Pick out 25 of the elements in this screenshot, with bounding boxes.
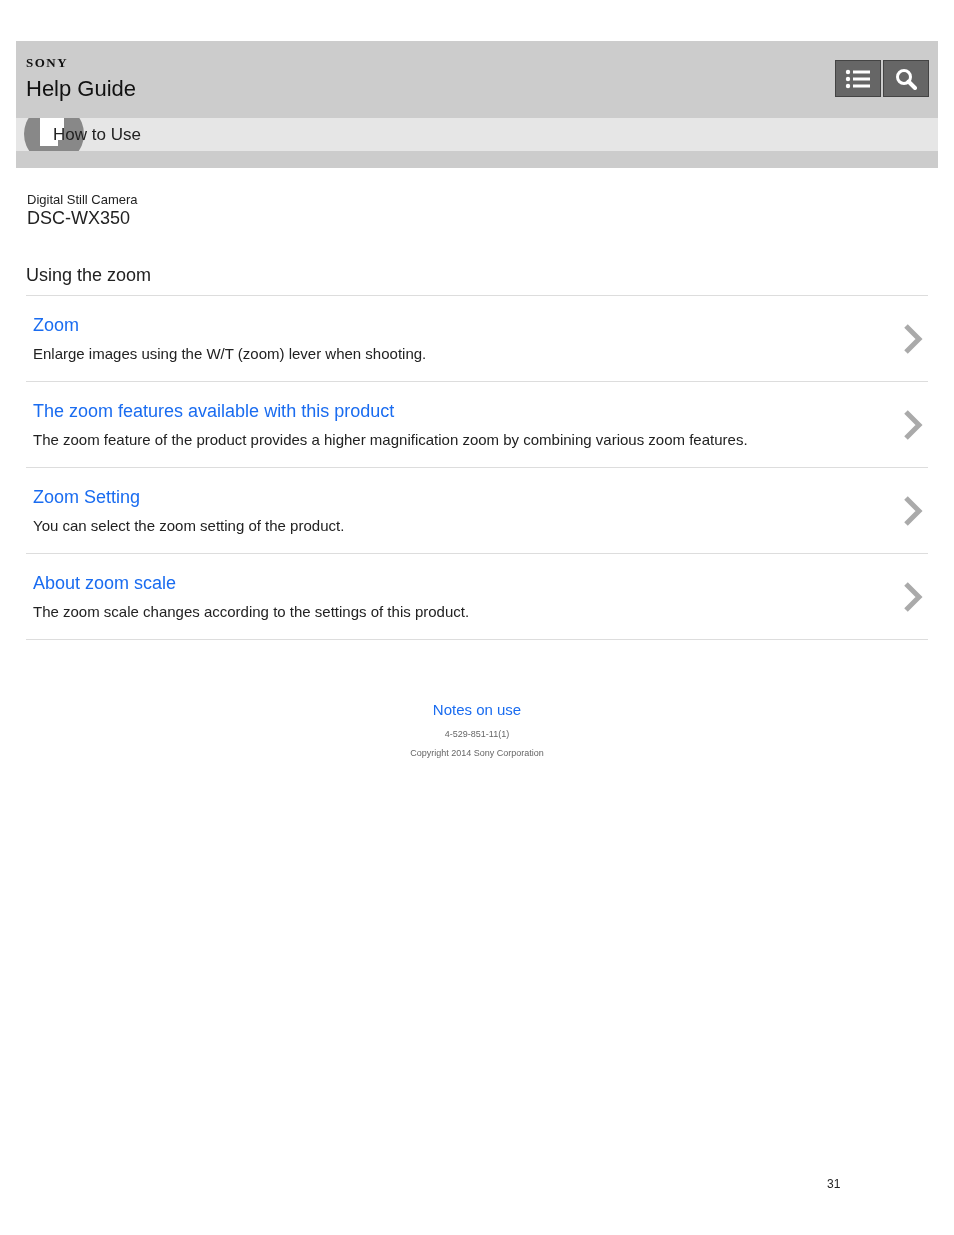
section-title: Using the zoom: [26, 265, 928, 296]
search-icon: [895, 67, 917, 90]
copyright-text: Copyright 2014 Sony Corporation: [410, 748, 544, 758]
topic-description: Enlarge images using the W/T (zoom) lever when shooting.: [33, 345, 427, 362]
topic-description: The zoom scale changes according to the settings of this product.: [33, 603, 470, 620]
list-icon: [845, 67, 871, 90]
topic-link[interactable]: The zoom features available with this product: [33, 401, 748, 422]
search-button[interactable]: [883, 60, 929, 97]
chevron-right-icon[interactable]: [903, 580, 923, 613]
brand-logo: SONY: [26, 55, 70, 71]
chevron-right-icon[interactable]: [903, 408, 923, 441]
topic-link[interactable]: Zoom: [33, 315, 427, 336]
chevron-right-icon[interactable]: [903, 494, 923, 527]
menu-button[interactable]: [835, 60, 881, 97]
product-category: Digital Still Camera: [26, 192, 139, 207]
topic-link[interactable]: About zoom scale: [33, 573, 470, 594]
chevron-right-icon[interactable]: [903, 322, 923, 355]
document-code: 4-529-851-11(1): [444, 729, 510, 739]
product-model: DSC-WX350: [26, 208, 132, 229]
notes-link[interactable]: Notes on use: [432, 701, 522, 718]
topic-description: You can select the zoom setting of the product.: [33, 517, 345, 534]
page-number: 31: [827, 1177, 841, 1191]
topic-link[interactable]: Zoom Setting: [33, 487, 345, 508]
topic-description: The zoom feature of the product provides a higher magnification zoom by combining various zoom features.: [33, 431, 748, 448]
guide-title: Help Guide: [26, 76, 137, 102]
